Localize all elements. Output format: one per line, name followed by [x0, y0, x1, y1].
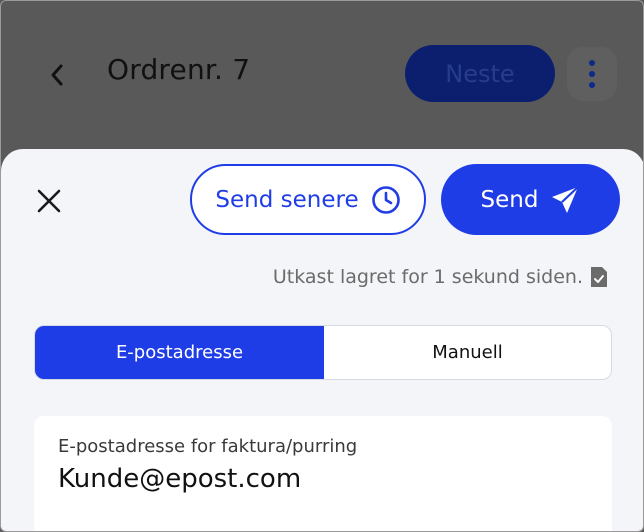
send-button[interactable]: Send [441, 164, 620, 235]
document-check-icon [591, 267, 607, 287]
send-bottom-sheet: Send senere Send Utkast lagret for 1 sek… [1, 149, 643, 531]
email-field[interactable]: E-postadresse for faktura/purring Kunde@… [34, 416, 612, 531]
send-later-button[interactable]: Send senere [190, 164, 426, 235]
draft-status-text: Utkast lagret for 1 sekund siden. [272, 266, 583, 288]
close-icon [37, 189, 61, 213]
draft-status: Utkast lagret for 1 sekund siden. [273, 265, 609, 289]
top-bar: Ordrenr. 7 Neste [1, 1, 643, 151]
paper-plane-icon [552, 185, 580, 213]
more-options-button[interactable] [567, 47, 617, 101]
tab-manual[interactable]: Manuell [324, 326, 611, 379]
recipient-mode-toggle: E-postadresse Manuell [34, 325, 612, 380]
page-title: Ordrenr. 7 [107, 53, 251, 86]
vertical-dots-icon [589, 60, 595, 66]
email-field-value[interactable]: Kunde@epost.com [58, 464, 301, 494]
next-button[interactable]: Neste [405, 45, 555, 102]
app-window: Ordrenr. 7 Neste Send senere Send Utkast… [0, 0, 644, 532]
send-label: Send [480, 186, 539, 213]
chevron-left-icon [51, 64, 63, 86]
close-button[interactable] [29, 181, 69, 221]
email-field-label: E-postadresse for faktura/purring [58, 436, 358, 457]
vertical-dots-icon [589, 71, 595, 77]
send-later-label: Send senere [215, 186, 359, 213]
vertical-dots-icon [589, 82, 595, 88]
clock-icon [371, 185, 400, 214]
tab-email-address[interactable]: E-postadresse [35, 326, 324, 379]
back-button[interactable] [37, 55, 77, 95]
